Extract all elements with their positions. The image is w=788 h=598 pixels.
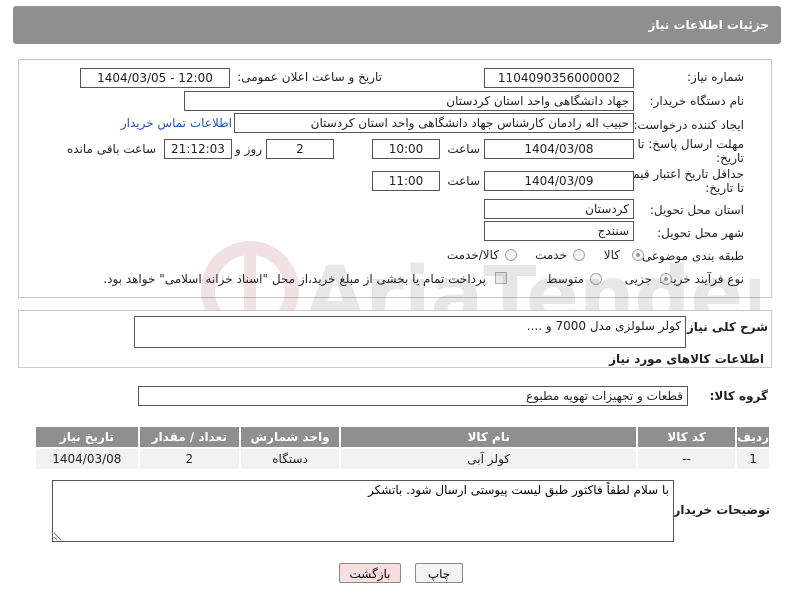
cell-date: 1404/03/08 <box>34 447 140 471</box>
cell-row: 1 <box>735 447 771 471</box>
price-validity-label-2: تا تاریخ: <box>705 181 744 195</box>
treasury-payment-checkbox[interactable] <box>495 272 507 284</box>
category-option-service: خدمت <box>535 248 567 262</box>
validity-time-field: 11:00 <box>372 171 440 191</box>
page-header: جزئیات اطلاعات نیاز <box>13 6 781 44</box>
purchase-radio-minor[interactable] <box>660 273 672 285</box>
goods-group-label: گروه کالا: <box>709 389 768 403</box>
remaining-time-label: ساعت باقی مانده <box>66 142 156 156</box>
table-row: 1 -- کولر آبی دستگاه 2 1404/03/08 <box>34 447 771 471</box>
province-field: کردستان <box>484 199 634 219</box>
reply-deadline-label-2: تاریخ: <box>716 151 744 165</box>
goods-section-title: اطلاعات کالاهای مورد نیاز <box>609 352 764 366</box>
cell-code: -- <box>636 447 738 471</box>
reply-time-label: ساعت <box>447 142 480 156</box>
col-row: ردیف <box>735 425 771 449</box>
buyer-org-field: جهاد دانشگاهی واحد استان کردستان <box>184 91 634 111</box>
city-label: شهر محل تحویل: <box>657 226 744 240</box>
buyer-org-label: نام دستگاه خریدار: <box>649 94 745 108</box>
city-field: سنندج <box>484 221 634 241</box>
cell-unit: دستگاه <box>238 447 342 471</box>
col-qty: تعداد / مقدار <box>137 425 241 449</box>
category-label: طبقه بندی موضوعی: <box>637 249 744 263</box>
goods-table-header: ردیف کد کالا نام کالا واحد شمارش تعداد /… <box>34 425 771 449</box>
col-date: تاریخ نیاز <box>34 425 140 449</box>
announce-field: 1404/03/05 - 12:00 <box>80 68 230 88</box>
goods-table: ردیف کد کالا نام کالا واحد شمارش تعداد /… <box>34 425 771 471</box>
province-label: استان محل تحویل: <box>649 203 744 217</box>
cell-qty: 2 <box>137 447 241 471</box>
category-radio-goods-service[interactable] <box>505 249 517 261</box>
price-validity-label: حداقل تاریخ اعتبار قیمت: <box>617 167 744 181</box>
reply-time-field: 10:00 <box>372 139 440 159</box>
category-option-goods-service: کالا/خدمت <box>446 248 499 262</box>
col-unit: واحد شمارش <box>238 425 342 449</box>
announce-label: تاریخ و ساعت اعلان عمومی: <box>237 70 382 84</box>
summary-label: شرح کلی نیاز: <box>682 320 768 334</box>
goods-group-field: قطعات و تجهیزات تهویه مطبوع <box>138 386 688 406</box>
print-button[interactable]: چاپ <box>415 563 463 583</box>
days-label: روز و <box>235 142 262 156</box>
purchase-option-minor: جزیی <box>624 272 652 286</box>
need-number-label: شماره نیاز: <box>687 70 744 84</box>
buyer-notes-label: توضیحات خریدار: <box>668 503 770 517</box>
page-title: جزئیات اطلاعات نیاز <box>648 18 769 32</box>
need-number-field: 1104090356000002 <box>484 68 634 88</box>
validity-time-label: ساعت <box>447 174 480 188</box>
category-option-goods: کالا <box>603 248 620 262</box>
category-radio-service[interactable] <box>573 249 585 261</box>
creator-label: ایجاد کننده درخواست: <box>633 118 744 132</box>
reply-deadline-label: مهلت ارسال پاسخ: تا <box>637 137 744 151</box>
purchase-option-medium: متوسط <box>546 272 584 286</box>
buyer-notes-textarea[interactable]: با سلام لطفاً فاکتور طبق لیست پیوستی ارس… <box>52 480 674 542</box>
cell-name: کولر آبی <box>339 447 639 471</box>
summary-field: کولر سلولزی مدل 7000 و .... <box>134 316 686 348</box>
remaining-time-field: 21:12:03 <box>164 139 232 159</box>
buyer-contact-link[interactable]: اطلاعات تماس خریدار <box>121 116 232 130</box>
treasury-payment-note: پرداخت تمام یا بخشی از مبلغ خرید،از محل … <box>103 272 486 286</box>
validity-date-field: 1404/03/09 <box>484 171 634 191</box>
back-button[interactable]: بازگشت <box>339 563 401 583</box>
category-radio-goods[interactable] <box>632 249 644 261</box>
creator-field: حبیب اله رادمان کارشناس جهاد دانشگاهی وا… <box>234 113 634 133</box>
purchase-radio-medium[interactable] <box>590 273 602 285</box>
col-name: نام کالا <box>339 425 639 449</box>
days-field: 2 <box>266 139 334 159</box>
col-code: کد کالا <box>636 425 738 449</box>
reply-date-field: 1404/03/08 <box>484 139 634 159</box>
